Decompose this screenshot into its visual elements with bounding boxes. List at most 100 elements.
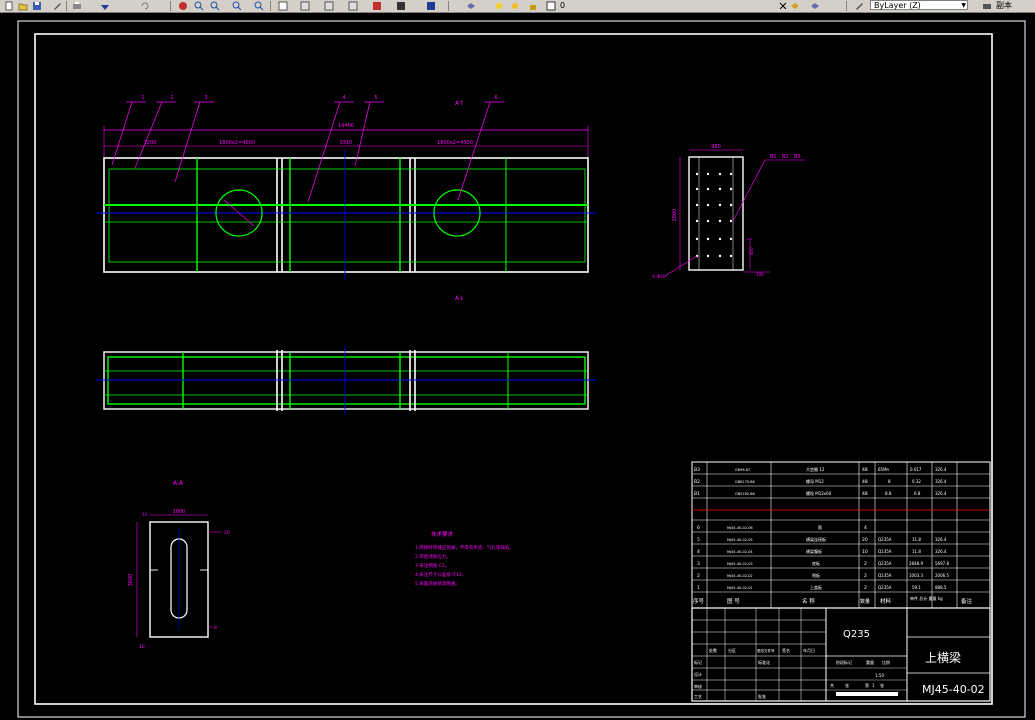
aa-dim-width: 1800 xyxy=(173,509,186,515)
balloon-2: 2 xyxy=(170,95,173,101)
layer-number: 0 xyxy=(560,1,566,10)
tb-label-zone: 分区 xyxy=(728,647,736,653)
bom-no-b2: B2 xyxy=(694,479,700,485)
bom-name-4: 横梁腹板 xyxy=(806,548,822,554)
bom-total-b3: 326.4 xyxy=(935,467,947,472)
bom-code-3: MJ45-40-02-03 xyxy=(727,562,753,566)
bom-header-mat: 材料 xyxy=(880,597,892,605)
tb-label-sheet: 张 xyxy=(845,682,849,688)
bom-no-b1: B1 xyxy=(694,491,700,497)
title-block: Q235 上横梁 MJ45-40-02 1:50 标记 处数 分区 更改文件号 … xyxy=(691,607,991,702)
zoom-extents-icon[interactable] xyxy=(254,1,264,11)
bom-qty-2: 2 xyxy=(864,573,867,579)
bom-code-5: MJ45-40-02-05 xyxy=(727,538,753,542)
tb-label-check: 审核 xyxy=(694,683,702,689)
open-icon[interactable] xyxy=(18,1,28,11)
tb-label-date: 年月日 xyxy=(803,647,815,653)
dim-overall: 14400 xyxy=(338,123,354,129)
tech-line-2: 2.焊后消除应力。 xyxy=(415,553,451,560)
tb-label-std: 标准化 xyxy=(758,659,770,665)
bom-header-code: 图 号 xyxy=(727,597,740,605)
sheet-set-icon[interactable] xyxy=(348,1,358,11)
bom-unit-b1: 6.8 xyxy=(914,491,921,496)
close-drawing-icon[interactable] xyxy=(778,1,788,11)
sv-balloon-b1: B1 xyxy=(770,154,777,160)
balloon-1: 1 xyxy=(141,95,144,101)
balloon-6: 6 xyxy=(494,95,497,101)
zoom-window-icon[interactable] xyxy=(210,1,220,11)
aa-dim-height: 3600 xyxy=(128,574,134,587)
bom-qty-5: 20 xyxy=(862,537,868,543)
plot-icon[interactable] xyxy=(982,1,992,11)
pen-icon-2[interactable] xyxy=(854,1,864,11)
design-center-icon[interactable] xyxy=(300,1,310,11)
linetype-combo[interactable]: ByLayer (Z) ▼ xyxy=(870,0,968,10)
bom-unit-b2: 0.32 xyxy=(912,479,921,484)
layer-color-icon[interactable] xyxy=(546,1,556,11)
linetype-combo-value: ByLayer (Z) xyxy=(874,1,921,10)
layer-previous-icon[interactable] xyxy=(790,1,800,11)
drawing-canvas[interactable]: 14400 1200 1800x2=4500 3310 1800x2=4500 xyxy=(0,13,1035,720)
bom-no-5: 5 xyxy=(697,537,700,543)
bom-name-5: 横梁连接板 xyxy=(806,536,826,542)
front-view xyxy=(96,345,596,415)
bom-code-1: MJ45-40-02-01 xyxy=(727,586,753,590)
section-marker-top: A↑ xyxy=(455,100,464,107)
bom-unit-2: 1003.3 xyxy=(909,573,923,578)
bom-code-6: MJ45-40-02-06 xyxy=(727,526,753,530)
sv-hole-callout: 4-Φ20 xyxy=(652,274,666,280)
arrow-down-icon[interactable] xyxy=(100,1,110,11)
balloon-4: 4 xyxy=(342,95,345,101)
layer-sun-icon[interactable] xyxy=(510,1,520,11)
properties-icon[interactable] xyxy=(278,1,288,11)
print-icon[interactable] xyxy=(72,1,82,11)
zoom-previous-icon[interactable] xyxy=(232,1,242,11)
bom-unit-3: 2848.9 xyxy=(909,561,923,566)
sv-dim-right-a: 400 xyxy=(749,247,754,255)
calculator-icon[interactable] xyxy=(396,1,406,11)
bom-mat-b1: 8.8 xyxy=(885,491,892,496)
copy-button-label[interactable]: 副本 xyxy=(996,1,1035,11)
layer-states-icon[interactable] xyxy=(810,1,820,11)
bom-no-1: 1 xyxy=(697,585,700,591)
bom-qty-3: 2 xyxy=(864,561,867,567)
save-icon[interactable] xyxy=(32,1,42,11)
section-view: A-A 1800 3600 20 8 10 10 xyxy=(128,480,230,650)
layer-bulb-icon[interactable] xyxy=(494,1,504,11)
bom-no-3: 3 xyxy=(697,561,700,567)
bom-qty-1: 2 xyxy=(864,585,867,591)
bom-total-b1: 326.4 xyxy=(935,491,947,496)
bom-no-b3: B3 xyxy=(694,467,700,473)
layer-lock-icon[interactable] xyxy=(528,1,538,11)
new-icon[interactable] xyxy=(4,1,14,11)
tb-sheet-value: 1 xyxy=(872,683,875,688)
pan-icon[interactable] xyxy=(178,1,188,11)
bom-name-b1: 螺栓 M12x60 xyxy=(806,490,832,496)
tool-palette-icon[interactable] xyxy=(324,1,334,11)
bom-name-3: 底板 xyxy=(812,560,820,566)
aa-dim-top-left: 10 xyxy=(142,512,148,517)
bom-unit-1: 59.1 xyxy=(912,585,921,590)
tb-label-approve: 批准 xyxy=(758,693,766,699)
sv-dim-width: 980 xyxy=(711,144,721,150)
layer-manager-icon[interactable] xyxy=(466,1,476,11)
bom-qty-6: 4 xyxy=(864,525,867,531)
pen-icon[interactable] xyxy=(52,1,62,11)
bom-name-b3: 大垫圈 12 xyxy=(806,466,825,472)
balloon-5: 5 xyxy=(374,95,377,101)
undo-icon[interactable] xyxy=(140,1,150,11)
top-view: 14400 1200 1800x2=4500 3310 1800x2=4500 xyxy=(96,95,596,302)
tech-line-5: 5.表面涂防锈漆两遍。 xyxy=(415,580,460,587)
help-icon[interactable] xyxy=(426,1,436,11)
aa-dim-bottom: 8 xyxy=(214,625,217,631)
markup-icon[interactable] xyxy=(372,1,382,11)
inner-frame xyxy=(34,33,993,705)
bom-name-2: 侧板 xyxy=(812,572,820,578)
bom-code-b2: GB6170-86 xyxy=(735,480,755,484)
zoom-realtime-icon[interactable] xyxy=(194,1,204,11)
tb-label-ratio: 比例 xyxy=(882,659,890,665)
tech-line-4: 4.未注尺寸公差按 IT12。 xyxy=(415,571,467,578)
bom-total-4: 326.4 xyxy=(935,549,947,554)
dim-seg-a: 1800x2=4500 xyxy=(219,140,255,146)
bom-code-b3: GB96-87 xyxy=(735,468,750,472)
